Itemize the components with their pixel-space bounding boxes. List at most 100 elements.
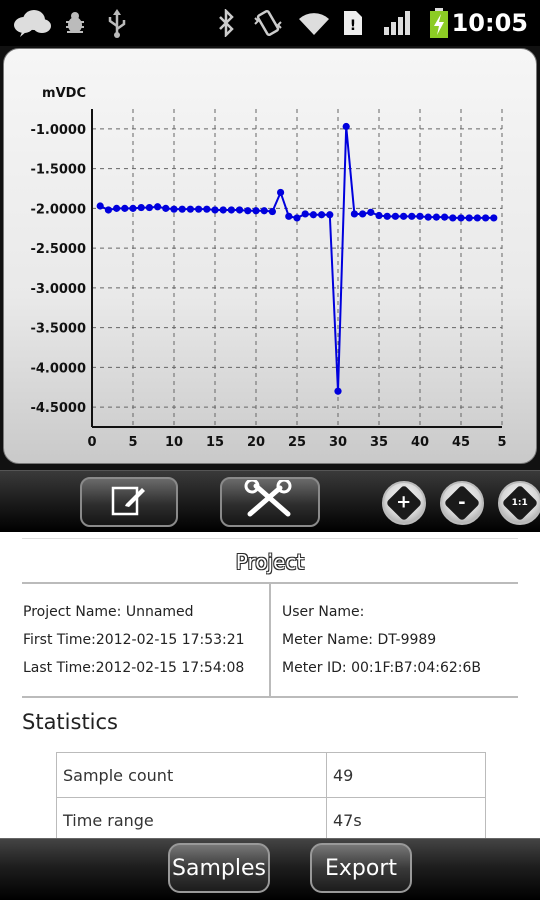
data-point [129, 204, 137, 212]
y-tick-label: -3.0000 [30, 282, 86, 297]
data-point [162, 204, 170, 212]
data-point [391, 212, 399, 220]
data-point [309, 211, 317, 219]
project-name: Project Name: Unnamed [23, 604, 194, 620]
data-point [252, 207, 260, 215]
y-tick-label: -2.0000 [30, 202, 86, 217]
stat-label: Sample count [56, 752, 327, 798]
data-point [285, 212, 293, 220]
meter-name: Meter Name: DT-9989 [282, 632, 437, 648]
data-point [375, 211, 383, 220]
stat-label: Time range [56, 797, 327, 838]
stat-value: 49 [326, 752, 486, 798]
x-tick-label: 5 [497, 435, 506, 450]
x-tick-label: 30 [329, 435, 347, 450]
x-tick-label: 40 [411, 435, 429, 450]
bug-icon [60, 0, 90, 46]
data-point [137, 203, 145, 212]
data-point [334, 387, 342, 395]
chart-panel: mVDC -1.0000 -1.5000 -2.0000 -2.5000 -3.0000 -… [0, 46, 540, 470]
data-point [219, 206, 227, 214]
data-point [227, 206, 235, 214]
zoom-reset-icon: 1:1 [511, 497, 529, 508]
signal-icon [380, 0, 414, 46]
data-point [326, 211, 334, 219]
bluetooth-icon [212, 0, 240, 46]
y-tick-label: -1.5000 [30, 163, 86, 178]
data-point [96, 202, 104, 210]
data-point [293, 214, 301, 222]
y-tick-label: -2.5000 [30, 242, 86, 257]
data-point [342, 122, 350, 131]
usb-icon [102, 0, 132, 46]
data-point [457, 214, 465, 222]
data-point [465, 214, 473, 222]
data-point [359, 210, 367, 218]
edit-icon [109, 482, 149, 522]
data-point [416, 212, 424, 220]
statistics-heading: Statistics [22, 710, 118, 734]
chart-frame[interactable]: mVDC -1.0000 -1.5000 -2.0000 -2.5000 -3.0000 -… [3, 48, 537, 464]
data-point [268, 207, 276, 216]
data-point [473, 214, 481, 222]
tools-icon [242, 478, 298, 524]
x-tick-label: 0 [87, 435, 96, 450]
data-point [236, 206, 244, 214]
data-point [178, 205, 186, 213]
data-point [318, 211, 326, 219]
data-point [244, 207, 252, 215]
export-button[interactable]: Export [310, 843, 412, 893]
edit-button[interactable] [80, 477, 178, 527]
data-point [301, 210, 309, 218]
data-point [145, 203, 153, 212]
svg-text:!: ! [350, 18, 356, 34]
zoom-out-button[interactable]: - [440, 481, 484, 525]
user-name: User Name: [282, 604, 365, 620]
data-point [154, 203, 162, 211]
stat-value: 47s [326, 797, 486, 838]
zoom-reset-button[interactable]: 1:1 [498, 481, 540, 525]
data-point [195, 205, 203, 213]
zoom-in-button[interactable]: + [382, 481, 426, 525]
x-tick-label: 25 [288, 435, 306, 450]
divider [22, 538, 518, 539]
wifi-icon [294, 0, 334, 46]
zoom-in-icon: + [396, 492, 412, 513]
last-time: Last Time:2012-02-15 17:54:08 [23, 660, 245, 676]
data-point [203, 205, 211, 213]
sim-icon: ! [340, 0, 366, 46]
table-row: Time range 47s [56, 797, 486, 838]
data-point [170, 205, 178, 213]
tools-button[interactable] [220, 477, 320, 527]
y-tick-label: -1.0000 [30, 123, 86, 138]
x-tick-label: 10 [165, 435, 183, 450]
statistics-table: Sample count 49 Time range 47s [56, 752, 486, 838]
y-axis-label: mVDC [42, 86, 86, 101]
first-time: First Time:2012-02-15 17:53:21 [23, 632, 245, 648]
data-point [383, 212, 391, 220]
data-point [186, 205, 194, 213]
data-point [490, 214, 498, 222]
data-point [211, 206, 219, 214]
x-tick-label: 5 [128, 435, 137, 450]
divider [22, 696, 518, 698]
line-chart[interactable]: mVDC -1.0000 -1.5000 -2.0000 -2.5000 -3.0000 -… [4, 49, 538, 465]
data-point [104, 206, 112, 214]
data-point [260, 207, 268, 215]
cloud-icon [10, 0, 54, 46]
data-point [400, 212, 408, 220]
data-point [441, 213, 449, 221]
samples-button[interactable]: Samples [168, 843, 270, 893]
status-bar: ! 10:05 [0, 0, 540, 46]
chart-toolbar: + - 1:1 [0, 470, 540, 532]
y-tick-label: -4.0000 [30, 361, 86, 376]
report-panel[interactable]: Project Project Name: Unnamed First Time… [0, 532, 540, 838]
zoom-out-icon: - [458, 491, 466, 513]
status-clock: 10:05 [451, 9, 528, 37]
x-tick-label: 20 [247, 435, 265, 450]
data-point [432, 213, 440, 221]
project-heading: Project [235, 550, 305, 574]
data-point [449, 214, 457, 222]
data-point [277, 188, 285, 197]
data-point [424, 213, 432, 221]
